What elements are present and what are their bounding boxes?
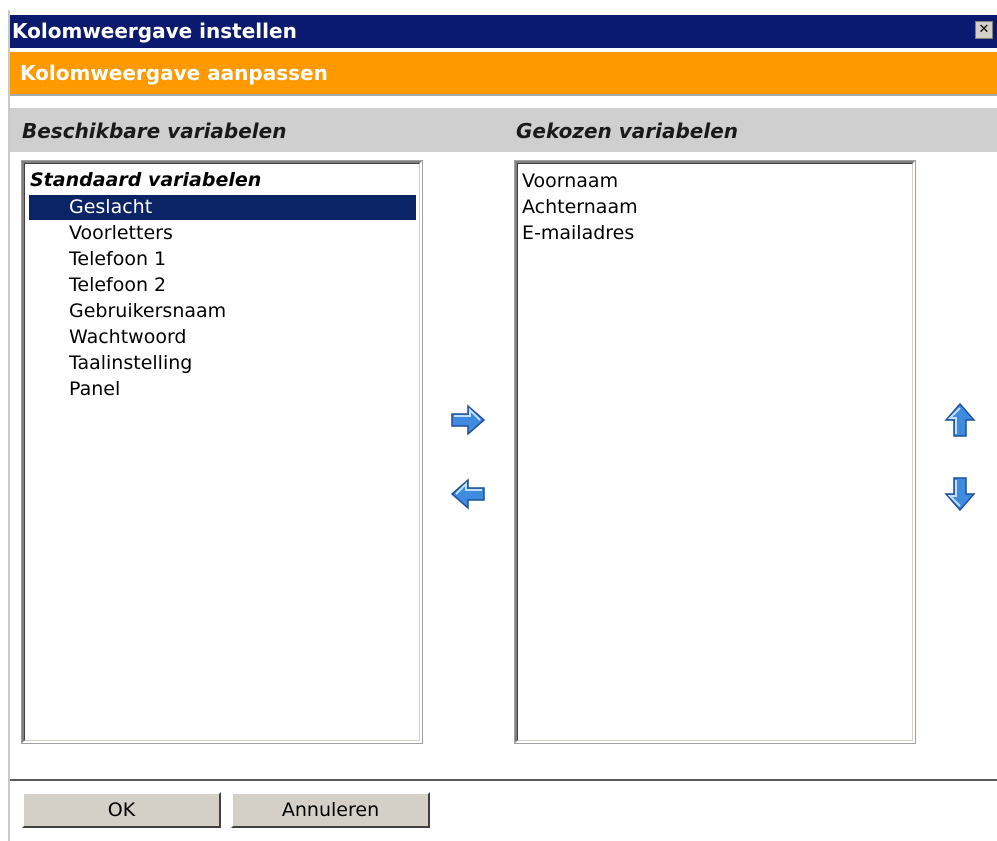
arrow-up-icon (944, 402, 976, 437)
footer-divider (10, 779, 997, 781)
arrow-left-icon (450, 478, 485, 510)
list-item[interactable]: Taalinstelling (29, 351, 416, 376)
group-label: Standaard variabelen (30, 169, 262, 191)
subtitle-bar: Kolomweergave aanpassen (10, 52, 997, 94)
move-down-button[interactable] (940, 474, 980, 514)
close-icon[interactable]: ✕ (975, 21, 993, 39)
list-item[interactable]: Telefoon 1 (29, 247, 416, 272)
list-item[interactable]: Voorletters (29, 221, 416, 246)
column-header-row: Beschikbare variabelen Gekozen variabele… (10, 108, 997, 152)
arrow-right-icon (451, 404, 486, 436)
remove-button[interactable] (448, 474, 488, 514)
arrow-down-icon (944, 477, 976, 512)
ok-button[interactable]: OK (22, 792, 221, 828)
list-item[interactable]: Wachtwoord (29, 325, 416, 350)
window-titlebar: Kolomweergave instellen ✕ (10, 15, 997, 48)
list-item[interactable]: Gebruikersnaam (29, 299, 416, 324)
window-title: Kolomweergave instellen (12, 19, 297, 43)
subtitle: Kolomweergave aanpassen (20, 61, 328, 85)
divider (10, 94, 997, 96)
add-button[interactable] (448, 400, 488, 440)
list-item[interactable]: Achternaam (522, 195, 638, 220)
move-up-button[interactable] (940, 400, 980, 440)
selected-header: Gekozen variabelen (516, 119, 739, 143)
list-item[interactable]: Telefoon 2 (29, 273, 416, 298)
cancel-button[interactable]: Annuleren (231, 792, 430, 828)
list-item[interactable]: Voornaam (522, 169, 618, 194)
list-item[interactable]: E-mailadres (522, 221, 634, 246)
available-variables-list[interactable]: Standaard variabelen Geslacht Voorletter… (21, 160, 423, 744)
selected-variables-list[interactable]: Voornaam Achternaam E-mailadres (514, 160, 916, 744)
list-item[interactable]: Geslacht (29, 195, 416, 220)
list-item[interactable]: Panel (29, 377, 416, 402)
list-inner (517, 163, 913, 741)
available-header: Beschikbare variabelen (22, 119, 287, 143)
